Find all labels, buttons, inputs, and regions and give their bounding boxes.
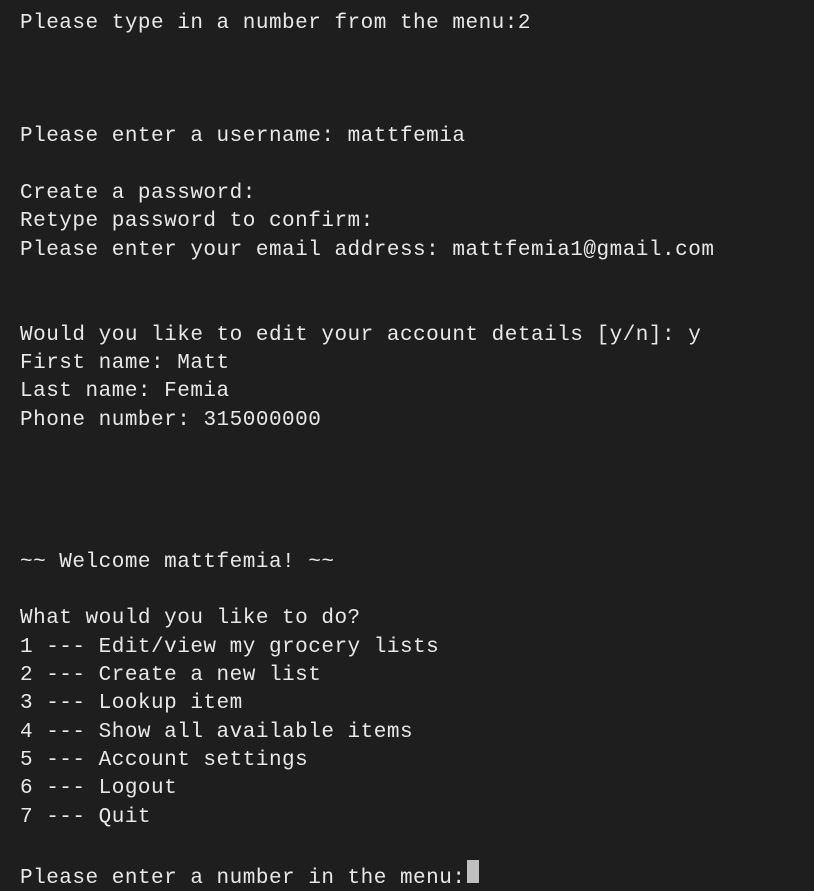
blank-line <box>20 435 794 463</box>
username-line: Please enter a username: mattfemia <box>20 123 794 151</box>
edit-account-prompt-label: Would you like to edit your account deta… <box>20 324 688 347</box>
create-password-line: Create a password: <box>20 180 794 208</box>
menu-item-3: 3 --- Lookup item <box>20 690 794 718</box>
welcome-banner: ~~ Welcome mattfemia! ~~ <box>20 549 794 577</box>
menu-number-prompt[interactable]: Please enter a number in the menu: <box>20 860 794 891</box>
first-name-value: Matt <box>177 352 229 375</box>
last-name-value: Femia <box>164 380 230 403</box>
menu-item-2: 2 --- Create a new list <box>20 662 794 690</box>
top-menu-prompt-value: 2 <box>518 12 531 35</box>
cursor-icon <box>467 860 479 883</box>
blank-line <box>20 520 794 548</box>
menu-item-7: 7 --- Quit <box>20 804 794 832</box>
menu-item-6: 6 --- Logout <box>20 775 794 803</box>
blank-line <box>20 95 794 123</box>
menu-item-1: 1 --- Edit/view my grocery lists <box>20 634 794 662</box>
blank-line <box>20 464 794 492</box>
blank-line <box>20 832 794 860</box>
phone-line: Phone number: 315000000 <box>20 407 794 435</box>
menu-heading: What would you like to do? <box>20 605 794 633</box>
menu-item-5: 5 --- Account settings <box>20 747 794 775</box>
blank-line <box>20 265 794 293</box>
edit-account-prompt-value: y <box>688 324 701 347</box>
email-line: Please enter your email address: mattfem… <box>20 237 794 265</box>
menu-number-prompt-label: Please enter a number in the menu: <box>20 865 465 891</box>
blank-line <box>20 67 794 95</box>
email-value: mattfemia1@gmail.com <box>452 239 714 262</box>
top-menu-prompt-label: Please type in a number from the menu: <box>20 12 518 35</box>
last-name-line: Last name: Femia <box>20 378 794 406</box>
last-name-label: Last name: <box>20 380 164 403</box>
blank-line <box>20 293 794 321</box>
first-name-label: First name: <box>20 352 177 375</box>
edit-account-prompt-line: Would you like to edit your account deta… <box>20 322 794 350</box>
phone-label: Phone number: <box>20 409 203 432</box>
blank-line <box>20 152 794 180</box>
first-name-line: First name: Matt <box>20 350 794 378</box>
blank-line <box>20 38 794 66</box>
menu-item-4: 4 --- Show all available items <box>20 719 794 747</box>
top-menu-prompt: Please type in a number from the menu:2 <box>20 10 794 38</box>
blank-line <box>20 492 794 520</box>
blank-line <box>20 577 794 605</box>
phone-value: 315000000 <box>203 409 321 432</box>
retype-password-line: Retype password to confirm: <box>20 208 794 236</box>
email-label: Please enter your email address: <box>20 239 452 262</box>
username-label: Please enter a username: <box>20 125 348 148</box>
username-value: mattfemia <box>348 125 466 148</box>
